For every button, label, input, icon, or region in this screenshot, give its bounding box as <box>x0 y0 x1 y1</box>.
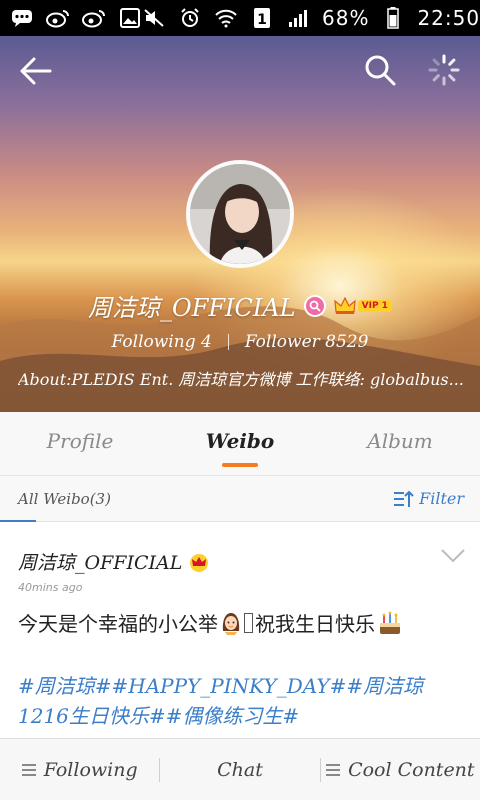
weibo-icon <box>82 8 106 28</box>
following-nav-button[interactable]: Following <box>0 759 159 781</box>
all-weibo-label: All Weibo(3) <box>18 489 111 508</box>
cool-content-nav-button[interactable]: Cool Content <box>321 759 480 781</box>
menu-icon <box>326 763 341 776</box>
battery-icon <box>381 7 405 29</box>
tab-album[interactable]: Album <box>335 429 465 459</box>
chat-nav-label: Chat <box>217 758 263 781</box>
filter-button[interactable]: Filter <box>393 489 464 508</box>
filter-bar: All Weibo(3) Filter <box>0 476 480 522</box>
crown-icon <box>333 296 356 314</box>
verified-search-badge-icon[interactable] <box>303 294 326 317</box>
birthday-cake-icon <box>380 611 400 634</box>
status-bar-system: 1 68% 22:50 <box>142 6 480 30</box>
tab-weibo[interactable]: Weibo <box>175 428 305 467</box>
following-stat[interactable]: Following 4 <box>112 332 212 352</box>
profile-name-row: 周洁琼_OFFICIAL VIP 1 <box>0 288 480 323</box>
profile-tabs: Profile Weibo Album <box>0 412 480 476</box>
avatar[interactable] <box>186 160 294 268</box>
post-header: 周洁琼_OFFICIAL <box>18 548 462 575</box>
alarm-icon <box>178 8 202 28</box>
cool-content-nav-label: Cool Content <box>348 758 475 781</box>
post-author[interactable]: 周洁琼_OFFICIAL <box>18 548 182 575</box>
post-timestamp: 40mins ago <box>18 581 83 594</box>
tab-weibo-label: Weibo <box>205 428 275 453</box>
menu-icon <box>21 763 36 776</box>
chat-bubble-icon <box>10 8 34 28</box>
mute-icon <box>142 8 166 28</box>
all-weibo-selector[interactable]: All Weibo(3) <box>0 489 111 522</box>
chevron-down-icon[interactable] <box>440 548 466 564</box>
post-text-part1: 今天是个幸福的小公举 <box>18 612 218 636</box>
missing-glyph-icon <box>244 612 253 633</box>
active-tab-indicator <box>222 462 258 467</box>
tab-album-label: Album <box>367 428 433 453</box>
girl-emoji-icon <box>222 612 240 635</box>
image-icon <box>118 8 142 28</box>
loading-spinner-icon[interactable] <box>428 54 460 86</box>
sim-1-icon: 1 <box>250 8 274 28</box>
profile-name: 周洁琼_OFFICIAL <box>88 294 296 322</box>
post-hashtags[interactable]: #周洁琼##HAPPY_PINKY_DAY##周洁琼1216生日快乐##偶像练习… <box>18 671 462 731</box>
following-nav-label: Following <box>43 758 138 781</box>
following-label: Following <box>111 332 196 352</box>
filter-icon <box>394 490 414 507</box>
tab-profile[interactable]: Profile <box>15 429 145 459</box>
profile-header: 周洁琼_OFFICIAL VIP 1 Following 4 Follower … <box>0 36 480 412</box>
stats-divider <box>227 334 229 350</box>
vip-level-label: VIP 1 <box>357 299 392 312</box>
profile-about[interactable]: About:PLEDIS Ent. 周洁琼官方微博 工作联络: globalbu… <box>18 366 464 390</box>
back-arrow-icon[interactable] <box>18 54 52 88</box>
post-text: 今天是个幸福的小公举 祝我生日快乐 <box>18 608 462 637</box>
follow-stats: Following 4 Follower 8529 <box>0 332 480 352</box>
follower-label: Follower <box>244 332 320 352</box>
post-text-part2: 祝我生日快乐 <box>255 612 375 636</box>
weibo-post[interactable]: 周洁琼_OFFICIAL 40mins ago 今天是个幸福的小公举 祝我生日快… <box>0 522 480 738</box>
bottom-action-bar: Following Chat Cool Content <box>0 738 480 800</box>
wifi-icon <box>214 8 238 28</box>
tab-profile-label: Profile <box>46 428 114 453</box>
search-icon[interactable] <box>364 54 396 86</box>
vip-badge[interactable]: VIP 1 <box>333 296 392 315</box>
battery-percent: 68% <box>322 6 370 30</box>
clock: 22:50 <box>417 6 480 30</box>
follower-count: 8529 <box>325 332 369 352</box>
signal-icon <box>286 8 310 28</box>
following-count: 4 <box>200 332 212 352</box>
chat-nav-button[interactable]: Chat <box>160 759 319 781</box>
crown-icon <box>190 553 209 572</box>
status-bar-notifications <box>10 8 142 28</box>
filter-label: Filter <box>419 489 464 508</box>
follower-stat[interactable]: Follower 8529 <box>245 332 369 352</box>
status-bar: 1 68% 22:50 <box>0 0 480 36</box>
svg-text:1: 1 <box>257 12 267 28</box>
weibo-icon <box>46 8 70 28</box>
